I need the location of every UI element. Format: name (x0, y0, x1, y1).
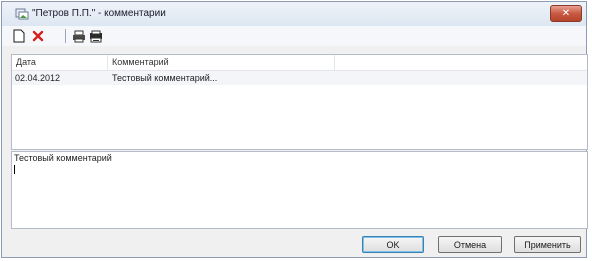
app-icon (15, 7, 29, 20)
row-comment: Тестовый комментарий... (112, 73, 218, 83)
print-preview-icon[interactable] (88, 28, 104, 44)
comment-text: Тестовый комментарий (14, 153, 112, 163)
column-header-comment[interactable]: Комментарий (108, 55, 335, 70)
table-row[interactable]: 02.04.2012 Тестовый комментарий... (12, 71, 587, 85)
close-button[interactable]: ✕ (550, 5, 582, 22)
new-document-icon[interactable] (11, 28, 27, 44)
cancel-button[interactable]: Отмена (438, 236, 502, 253)
comment-textarea[interactable]: Тестовый комментарий (11, 151, 588, 229)
close-icon: ✕ (561, 7, 571, 19)
delete-icon[interactable] (30, 28, 46, 44)
text-caret (14, 165, 15, 174)
toolbar (2, 26, 586, 46)
title-bar[interactable]: "Петров П.П." - комментарии ✕ (2, 2, 586, 27)
window-title: "Петров П.П." - комментарии (32, 8, 166, 19)
column-header-date[interactable]: Дата (12, 55, 108, 70)
row-date: 02.04.2012 (15, 73, 61, 83)
ok-button[interactable]: OK (362, 236, 424, 253)
list-header: Дата Комментарий (12, 55, 587, 71)
dialog-window: "Петров П.П." - комментарии ✕ Дата Комме… (1, 1, 588, 258)
comments-list[interactable]: Дата Комментарий 02.04.2012 Тестовый ком… (11, 54, 588, 150)
toolbar-separator (65, 29, 66, 43)
apply-button[interactable]: Применить (514, 236, 581, 253)
print-icon[interactable] (71, 28, 87, 44)
